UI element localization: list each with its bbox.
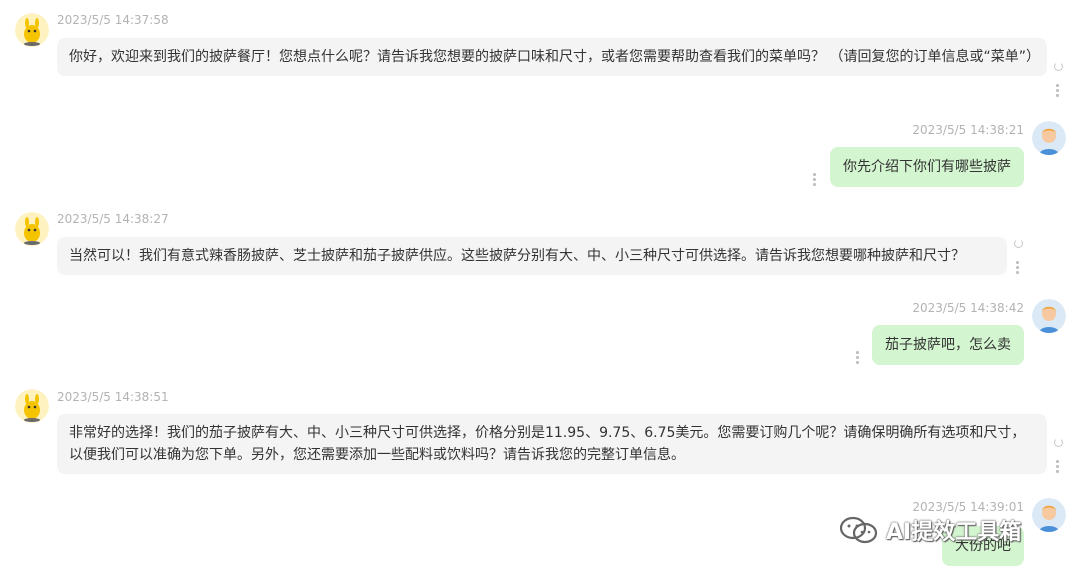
refresh-icon[interactable] [1054,62,1063,71]
message-bubble: 非常好的选择！我们的茄子披萨有大、中、小三种尺寸可供选择，价格分别是11.95、… [57,414,1047,474]
message-timestamp: 2023/5/5 14:38:51 [57,390,169,404]
more-vertical-icon[interactable] [813,173,817,188]
duck-avatar-icon [15,13,49,47]
more-vertical-icon[interactable] [1056,460,1060,475]
message-timestamp: 2023/5/5 14:39:01 [912,500,1024,514]
watermark: AI提效工具箱 [838,514,1021,546]
more-vertical-icon[interactable] [1016,261,1020,276]
user-avatar-icon [1032,299,1066,333]
more-vertical-icon[interactable] [856,351,860,366]
message-timestamp: 2023/5/5 14:38:42 [912,301,1024,315]
message-timestamp: 2023/5/5 14:38:27 [57,212,169,226]
wechat-icon [839,516,878,544]
message-timestamp: 2023/5/5 14:37:58 [57,13,169,27]
message-timestamp: 2023/5/5 14:38:21 [912,123,1024,137]
more-vertical-icon[interactable] [1056,84,1060,99]
chevron-right-icon[interactable]: › [0,331,10,351]
refresh-icon[interactable] [1054,438,1063,447]
message-bubble: 你好，欢迎来到我们的披萨餐厅！您想点什么呢？请告诉我您想要的披萨口味和尺寸，或者… [57,38,1047,76]
watermark-text: AI提效工具箱 [886,520,1022,545]
duck-avatar-icon [15,389,49,423]
refresh-icon[interactable] [1014,239,1023,248]
message-bubble: 你先介绍下你们有哪些披萨 [830,147,1024,187]
message-bubble: 当然可以！我们有意式辣香肠披萨、芝士披萨和茄子披萨供应。这些披萨分别有大、中、小… [57,237,1007,275]
duck-avatar-icon [15,212,49,246]
user-avatar-icon [1032,121,1066,155]
user-avatar-icon [1032,498,1066,532]
message-bubble: 茄子披萨吧，怎么卖 [872,325,1024,365]
